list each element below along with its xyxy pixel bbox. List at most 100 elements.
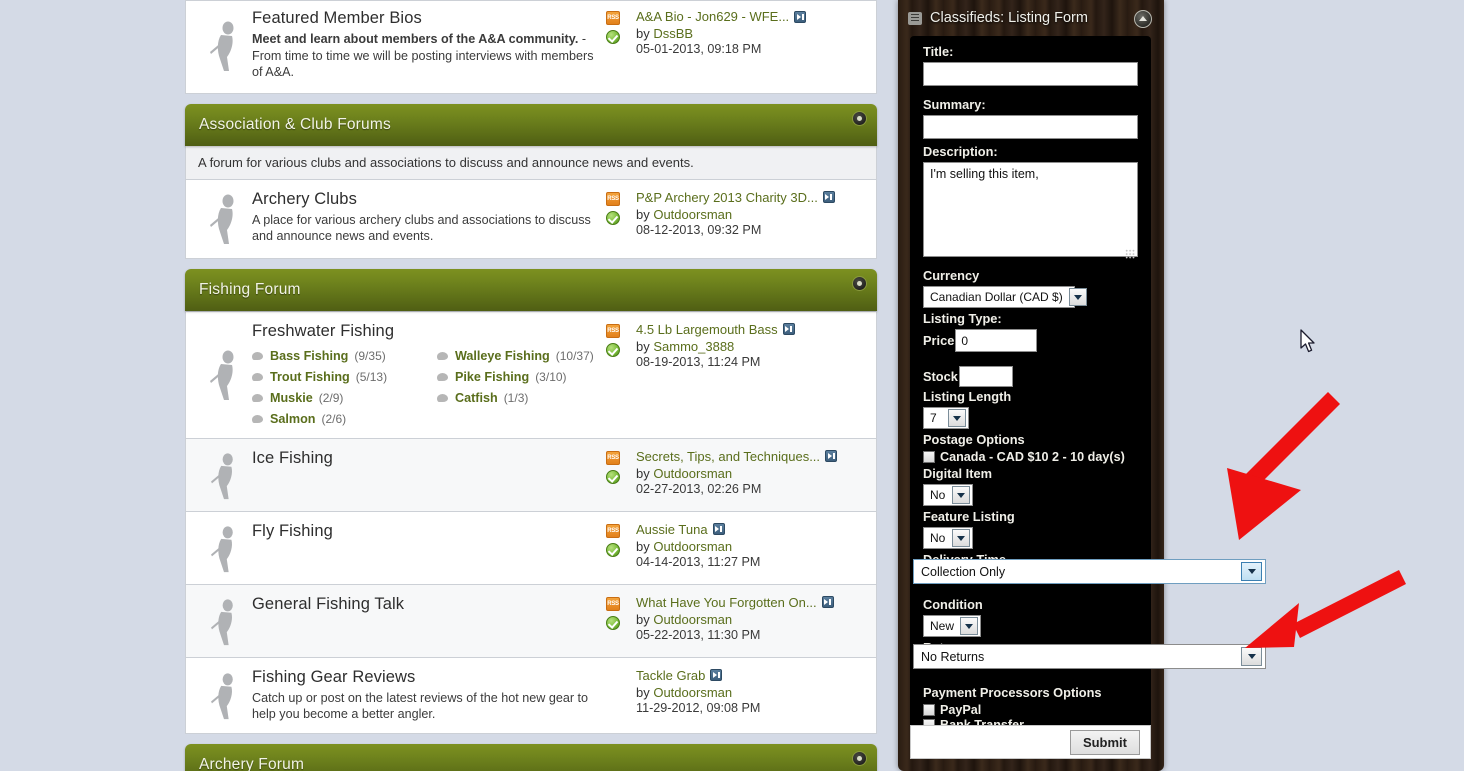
price-input[interactable]: [955, 329, 1038, 352]
chevron-down-icon[interactable]: [948, 409, 966, 427]
goto-last-post-icon[interactable]: [794, 10, 807, 23]
last-post-author[interactable]: DssBB: [653, 26, 693, 41]
collapse-icon[interactable]: [852, 110, 867, 126]
forum-title[interactable]: Featured Member Bios: [252, 9, 594, 28]
last-post-author[interactable]: Outdoorsman: [653, 612, 732, 627]
collapse-icon[interactable]: [852, 275, 867, 291]
chevron-down-icon[interactable]: [952, 486, 970, 504]
rss-icon[interactable]: RSS: [606, 323, 620, 338]
stock-label: Stock: [923, 369, 958, 384]
chevron-down-icon[interactable]: [960, 617, 979, 635]
last-post-title[interactable]: What Have You Forgotten On...: [636, 595, 817, 610]
currency-label: Currency: [923, 268, 980, 283]
rss-icon[interactable]: RSS: [606, 450, 620, 465]
forum-row[interactable]: Freshwater Fishing Bass Fishing (9/35) Wa…: [185, 310, 877, 439]
last-post-title-line: A&A Bio - Jon629 - WFE...: [636, 9, 864, 24]
category-header-archery[interactable]: Archery Forum: [185, 744, 877, 771]
last-post-title[interactable]: 4.5 Lb Largemouth Bass: [636, 322, 778, 337]
forum-title[interactable]: Fishing Gear Reviews: [252, 668, 594, 687]
chevron-down-icon[interactable]: [1068, 288, 1087, 306]
goto-last-post-icon[interactable]: [710, 669, 723, 682]
paypal-checkbox[interactable]: [923, 704, 935, 716]
description-label: Description:: [923, 144, 998, 159]
goto-last-post-icon[interactable]: [822, 191, 835, 204]
submit-button[interactable]: Submit: [1069, 729, 1140, 755]
category-header-association[interactable]: Association & Club Forums: [185, 103, 877, 146]
panel-collapse-icon[interactable]: [1134, 10, 1152, 28]
goto-last-post-icon[interactable]: [821, 596, 834, 609]
currency-select[interactable]: Canadian Dollar (CAD $): [923, 286, 1087, 308]
subforum-item[interactable]: Catfish (1/3): [437, 391, 594, 405]
digital-item-select[interactable]: No: [923, 484, 973, 506]
forum-row[interactable]: Fly Fishing RSS Aussie Tuna by Outdoorsm…: [185, 511, 877, 585]
stock-input[interactable]: [958, 366, 1013, 387]
chevron-down-icon[interactable]: [1241, 647, 1262, 666]
chevron-down-icon[interactable]: [1241, 562, 1262, 581]
last-post-author[interactable]: Outdoorsman: [653, 539, 732, 554]
panel-header: Classifieds: Listing Form: [898, 0, 1164, 36]
subforum-label[interactable]: Bass Fishing: [270, 349, 348, 363]
speech-bubble-icon: [437, 372, 448, 381]
subforum-item[interactable]: Walleye Fishing (10/37): [437, 349, 594, 363]
chevron-down-icon[interactable]: [952, 529, 970, 547]
digital-item-value: No: [930, 488, 946, 502]
subforum-item[interactable]: Trout Fishing (5/13): [252, 370, 437, 384]
forum-row[interactable]: General Fishing Talk RSS What Have You F…: [185, 584, 877, 658]
last-post-author[interactable]: Outdoorsman: [653, 207, 732, 222]
forum-title[interactable]: Freshwater Fishing: [252, 322, 594, 341]
rss-icon[interactable]: RSS: [606, 596, 620, 611]
listing-length-value: 7: [930, 411, 937, 425]
goto-last-post-icon[interactable]: [712, 523, 725, 536]
forum-row[interactable]: Featured Member Bios Meet and learn abou…: [185, 0, 877, 94]
last-post-icons: RSS: [606, 322, 636, 426]
postage-option-row[interactable]: Canada - CAD $10 2 - 10 day(s): [923, 450, 1138, 464]
last-post-title[interactable]: Aussie Tuna: [636, 522, 708, 537]
category-header-fishing[interactable]: Fishing Forum: [185, 268, 877, 311]
subforum-item[interactable]: Pike Fishing (3/10): [437, 370, 594, 384]
last-post-title[interactable]: P&P Archery 2013 Charity 3D...: [636, 190, 818, 205]
subforum-label[interactable]: Trout Fishing: [270, 370, 350, 384]
paypal-row[interactable]: PayPal: [923, 703, 1138, 717]
last-post-author[interactable]: Sammo_3888: [653, 339, 734, 354]
subforum-item[interactable]: Salmon (2/6): [252, 412, 437, 426]
subforum-label[interactable]: Catfish: [455, 391, 498, 405]
forum-title[interactable]: Archery Clubs: [252, 190, 594, 209]
rss-icon[interactable]: RSS: [606, 523, 620, 538]
feature-listing-label: Feature Listing: [923, 509, 1015, 524]
last-post-author[interactable]: Outdoorsman: [653, 466, 732, 481]
subforum-label[interactable]: Salmon: [270, 412, 316, 426]
postage-checkbox[interactable]: [923, 451, 935, 463]
last-post-title[interactable]: Tackle Grab: [636, 668, 705, 683]
subforum-label[interactable]: Pike Fishing: [455, 370, 529, 384]
returns-select[interactable]: No Returns: [913, 644, 1266, 669]
forum-title[interactable]: Ice Fishing: [252, 449, 594, 468]
last-post-author[interactable]: Outdoorsman: [653, 685, 732, 700]
last-post-title[interactable]: A&A Bio - Jon629 - WFE...: [636, 9, 789, 24]
title-input[interactable]: [923, 62, 1138, 86]
subforum-label[interactable]: Muskie: [270, 391, 313, 405]
collapse-icon[interactable]: [852, 751, 867, 767]
forum-row[interactable]: Ice Fishing RSS Secrets, Tips, and Techn…: [185, 438, 877, 512]
rss-icon[interactable]: RSS: [606, 191, 620, 206]
forum-row[interactable]: Fishing Gear Reviews Catch up or post on…: [185, 657, 877, 735]
subforum-item[interactable]: Muskie (2/9): [252, 391, 437, 405]
last-post-icons: RSS: [606, 449, 636, 501]
forum-row[interactable]: Archery Clubs A place for various archer…: [185, 179, 877, 259]
forum-status-icon: [196, 522, 252, 574]
listing-length-select[interactable]: 7: [923, 407, 969, 429]
subforum-item[interactable]: Bass Fishing (9/35): [252, 349, 437, 363]
collapse-icon-dot: [857, 115, 862, 121]
rss-icon[interactable]: RSS: [606, 11, 620, 25]
subforum-count: (9/35): [354, 348, 386, 363]
feature-listing-select[interactable]: No: [923, 527, 973, 549]
condition-select[interactable]: New: [923, 615, 981, 637]
description-textarea[interactable]: [923, 162, 1138, 257]
summary-input[interactable]: [923, 115, 1138, 139]
forum-title[interactable]: Fly Fishing: [252, 522, 594, 541]
last-post-title[interactable]: Secrets, Tips, and Techniques...: [636, 449, 820, 464]
goto-last-post-icon[interactable]: [782, 323, 795, 336]
delivery-time-select[interactable]: Collection Only: [913, 559, 1266, 584]
subforum-label[interactable]: Walleye Fishing: [455, 349, 550, 363]
goto-last-post-icon[interactable]: [825, 450, 838, 463]
forum-title[interactable]: General Fishing Talk: [252, 595, 594, 614]
